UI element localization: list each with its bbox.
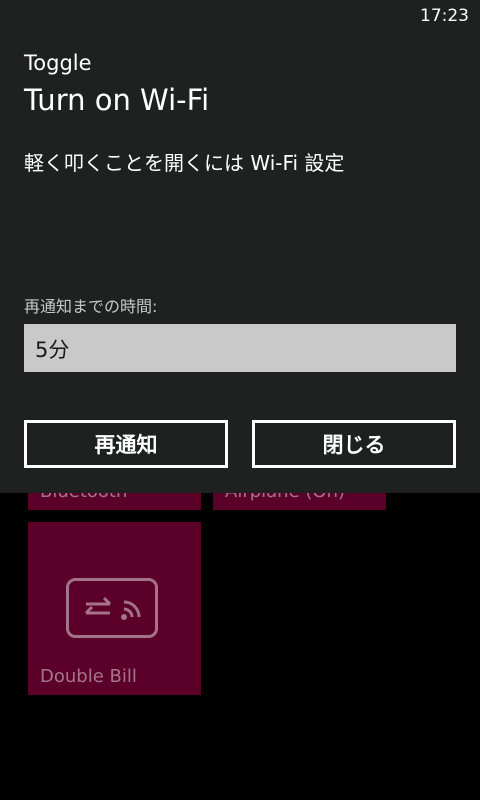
- snooze-select[interactable]: 5分: [24, 324, 456, 372]
- dismiss-button[interactable]: 閉じる: [252, 420, 456, 468]
- reminder-body: 軽く叩くことを開くには Wi-Fi 設定: [24, 151, 345, 175]
- tile-double-bill[interactable]: Double Bill: [28, 522, 201, 695]
- tile-label: Double Bill: [40, 666, 137, 687]
- reminder-dialog: 17:23 Toggle Turn on Wi-Fi 軽く叩くことを開くには W…: [0, 0, 480, 493]
- swap-wifi-icon: [66, 578, 158, 638]
- status-clock: 17:23: [420, 6, 469, 26]
- snooze-button[interactable]: 再通知: [24, 420, 228, 468]
- snooze-label: 再通知までの時間:: [24, 297, 158, 316]
- reminder-app-name: Toggle: [24, 51, 92, 75]
- reminder-title: Turn on Wi-Fi: [24, 83, 210, 117]
